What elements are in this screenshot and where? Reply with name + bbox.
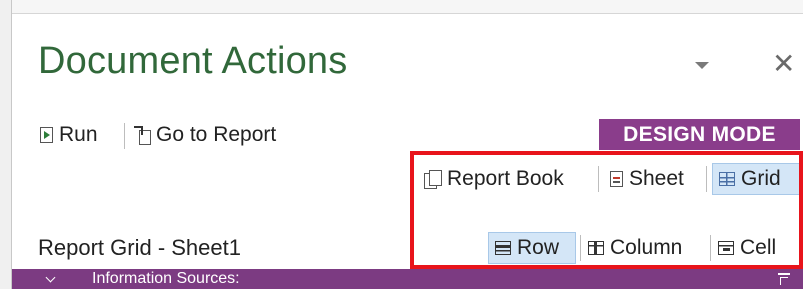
grid-button[interactable]: Grid — [712, 163, 800, 195]
grid-label: Grid — [741, 167, 781, 190]
cell-label: Cell — [740, 236, 777, 259]
toolbar-divider — [598, 166, 599, 192]
toolbar-divider — [124, 123, 125, 149]
column-button[interactable]: Column — [588, 232, 682, 264]
go-to-report-icon — [134, 126, 151, 145]
pane-title: Document Actions — [38, 40, 348, 82]
run-button[interactable]: Run — [40, 119, 98, 151]
cell-icon — [718, 241, 734, 255]
close-icon[interactable]: ✕ — [772, 47, 795, 80]
expand-chevron-icon[interactable] — [45, 272, 56, 283]
row-label: Row — [517, 236, 560, 259]
window-top-edge — [12, 0, 803, 14]
report-grid-title: Report Grid - Sheet1 — [38, 235, 241, 260]
run-icon — [40, 127, 53, 143]
sheet-button[interactable]: Sheet — [610, 163, 684, 195]
toolbar-divider — [710, 235, 711, 261]
report-book-label: Report Book — [447, 167, 564, 190]
sheet-label: Sheet — [629, 167, 684, 190]
information-sources-label: Information Sources: — [92, 270, 240, 287]
collapse-to-top-icon[interactable] — [778, 273, 790, 285]
row-button[interactable]: Row — [488, 232, 576, 264]
report-book-icon — [424, 170, 442, 189]
chevron-down-icon[interactable] — [695, 62, 709, 69]
information-sources-header[interactable]: Information Sources: — [12, 269, 803, 289]
go-to-report-button[interactable]: Go to Report — [134, 119, 276, 151]
window-left-edge — [0, 0, 12, 289]
row-icon — [495, 241, 511, 255]
run-label: Run — [59, 123, 98, 146]
column-label: Column — [610, 236, 683, 259]
report-book-button[interactable]: Report Book — [424, 163, 564, 195]
column-icon — [588, 241, 604, 255]
design-mode-badge: DESIGN MODE — [599, 119, 800, 150]
cell-button[interactable]: Cell — [718, 232, 776, 264]
grid-icon — [719, 172, 735, 186]
toolbar-divider — [580, 235, 581, 261]
sheet-icon — [610, 171, 623, 187]
go-to-report-label: Go to Report — [156, 123, 277, 146]
toolbar-divider — [706, 166, 707, 192]
